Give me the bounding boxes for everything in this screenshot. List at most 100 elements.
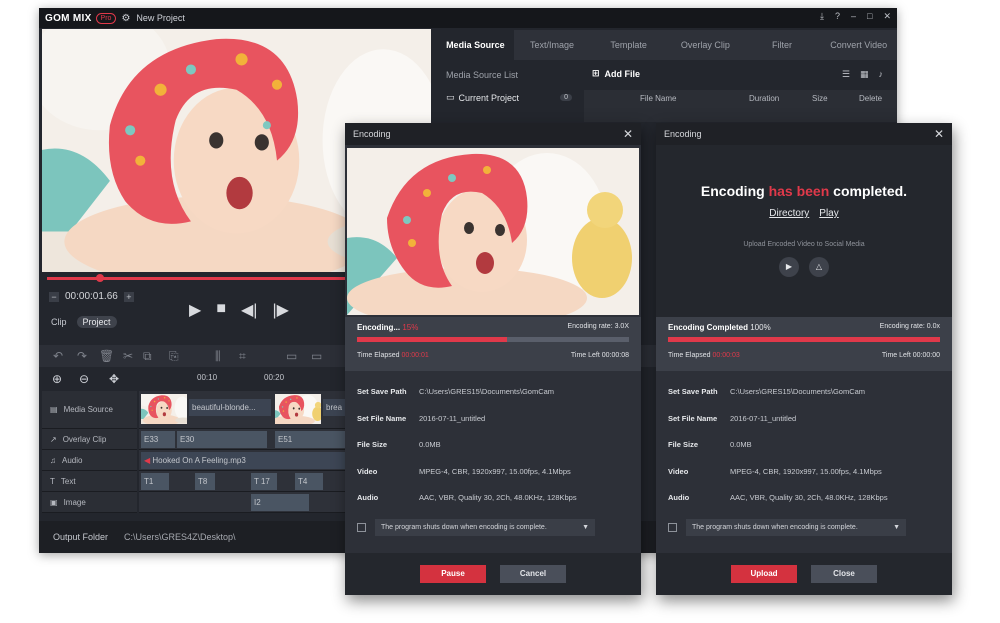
image-icon: ▣ xyxy=(50,497,58,507)
media-source-list: Media Source List ▭ Current Project 0 xyxy=(437,64,581,124)
youtube-icon[interactable]: ▶ xyxy=(779,257,799,277)
time-left: Time Left 00:00:00 xyxy=(881,352,940,359)
tab-convert-video[interactable]: Convert Video xyxy=(820,30,897,60)
text-item[interactable]: T1 xyxy=(141,473,169,490)
folder-icon: ▭ xyxy=(446,92,455,102)
clip-thumbnail[interactable] xyxy=(275,394,321,424)
completion-links: Directory Play xyxy=(656,208,952,219)
shutdown-dropdown[interactable]: The program shuts down when encoding is … xyxy=(686,519,906,536)
add-file-button[interactable]: ⊞ Add File xyxy=(592,68,640,79)
tab-overlay-clip[interactable]: Overlay Clip xyxy=(667,30,744,60)
overlay-item[interactable]: E30 xyxy=(177,431,267,448)
text-icon: T xyxy=(50,476,55,486)
text-item[interactable]: T8 xyxy=(195,473,215,490)
info-row-save-path: Set Save Path C:\Users\GRES15\Documents\G… xyxy=(668,387,866,396)
image-item[interactable]: I2 xyxy=(251,494,309,511)
progress-fill xyxy=(357,337,507,342)
encoding-rate: Encoding rate: 0.0x xyxy=(879,323,940,330)
file-list-row[interactable] xyxy=(584,108,897,122)
view-mode-icons: ☰ ▦ ♪ xyxy=(842,69,883,80)
cancel-button[interactable]: Cancel xyxy=(500,565,566,583)
tab-filter[interactable]: Filter xyxy=(744,30,821,60)
clip-mode-button[interactable]: Clip xyxy=(51,317,67,327)
pause-button[interactable]: Pause xyxy=(420,565,486,583)
split-icon[interactable]: ⫼ xyxy=(215,349,221,364)
title-bar: GOM MIX Pro ⚙ New Project ⤓ ? – □ ✕ xyxy=(39,8,897,28)
upload-button[interactable]: Upload xyxy=(731,565,797,583)
text-item[interactable]: T4 xyxy=(295,473,323,490)
copy-icon[interactable]: ⧉ xyxy=(143,349,152,364)
shutdown-dropdown[interactable]: The program shuts down when encoding is … xyxy=(375,519,595,536)
next-frame-icon[interactable]: |▶ xyxy=(272,300,288,320)
seek-knob[interactable] xyxy=(96,274,104,282)
tab-media-source[interactable]: Media Source xyxy=(437,30,514,60)
overlay-icon: ↗ xyxy=(50,434,57,444)
delete-icon[interactable]: 🗑 xyxy=(99,349,114,363)
project-mode-button[interactable]: Project xyxy=(76,316,117,328)
maximize-icon[interactable]: □ xyxy=(867,11,872,22)
directory-link[interactable]: Directory xyxy=(769,208,809,219)
zoom-in-icon[interactable]: ⊕ xyxy=(52,372,62,386)
download-icon[interactable]: ⤓ xyxy=(820,11,824,22)
text-item[interactable]: T 17 xyxy=(251,473,277,490)
media-source-list-title: Media Source List xyxy=(446,70,519,80)
info-row-file-name: Set File Name 2016-07-11_untitled xyxy=(668,413,797,423)
paste-icon[interactable]: ⎘ xyxy=(169,349,179,364)
progress-fill xyxy=(668,337,940,342)
shutdown-option: The program shuts down when encoding is … xyxy=(357,519,595,536)
time-plus-button[interactable]: + xyxy=(123,291,134,302)
snapshot-icon[interactable]: ▭ xyxy=(286,349,297,363)
play-icon[interactable]: ▶ xyxy=(189,300,201,320)
timecode[interactable]: 00:00:01.66 xyxy=(65,291,118,302)
info-row-file-size: File Size 0.0MB xyxy=(668,440,752,449)
redo-icon[interactable]: ↷ xyxy=(77,349,87,363)
encoding-rate: Encoding rate: 3.0X xyxy=(567,323,630,330)
completion-headline: Encoding has been completed. xyxy=(700,183,908,199)
app-logo: GOM MIX xyxy=(45,12,92,24)
col-delete[interactable]: Delete xyxy=(859,94,882,103)
shutdown-checkbox[interactable] xyxy=(668,523,677,532)
tab-template[interactable]: Template xyxy=(590,30,667,60)
media-clip[interactable]: beautiful-blonde... xyxy=(189,399,271,416)
current-project-item[interactable]: ▭ Current Project 0 xyxy=(437,86,581,109)
play-link[interactable]: Play xyxy=(819,208,838,219)
chevron-down-icon: ▼ xyxy=(582,524,589,531)
close-icon[interactable]: ✕ xyxy=(883,11,891,22)
track-labels: ▤ Media Source ↗ Overlay Clip ♫ Audio T Text… xyxy=(42,391,137,513)
overlay-item[interactable]: E33 xyxy=(141,431,175,448)
close-icon[interactable]: ✕ xyxy=(934,127,944,141)
col-duration[interactable]: Duration xyxy=(749,94,779,103)
close-button[interactable]: Close xyxy=(811,565,877,583)
output-folder-path[interactable]: C:\Users\GRES4Z\Desktop\ xyxy=(124,532,236,542)
clip-thumbnail[interactable] xyxy=(141,394,187,424)
track-label-media-source: ▤ Media Source xyxy=(42,391,137,429)
tab-text-image[interactable]: Text/Image xyxy=(514,30,591,60)
google-drive-icon[interactable]: △ xyxy=(809,257,829,277)
prev-frame-icon[interactable]: ◀| xyxy=(241,300,257,320)
timecode-control: − 00:00:01.66 + xyxy=(49,291,134,302)
settings-gear-icon[interactable]: ⚙ xyxy=(121,13,130,24)
output-folder-label: Output Folder xyxy=(53,532,109,542)
minimize-icon[interactable]: – xyxy=(851,11,856,22)
sort-icon[interactable]: ♪ xyxy=(879,69,884,80)
list-view-icon[interactable]: ☰ xyxy=(842,69,850,80)
undo-icon[interactable]: ↶ xyxy=(53,349,63,363)
fit-icon[interactable]: ✥ xyxy=(109,372,119,386)
zoom-out-icon[interactable]: ⊖ xyxy=(79,372,89,386)
music-icon: ♫ xyxy=(50,455,56,465)
help-icon[interactable]: ? xyxy=(835,11,840,22)
col-file-name[interactable]: File Name xyxy=(640,94,676,103)
info-row-file-name: Set File Name 2016-07-11_untitled xyxy=(357,413,486,423)
time-minus-button[interactable]: − xyxy=(49,291,59,302)
thumbnail-view-icon[interactable]: ▦ xyxy=(860,69,869,80)
screen-icon[interactable]: ▭ xyxy=(311,349,322,363)
cut-icon[interactable]: ✂ xyxy=(123,349,133,363)
chevron-down-icon: ▼ xyxy=(893,524,900,531)
stop-icon[interactable]: ■ xyxy=(216,300,226,320)
col-size[interactable]: Size xyxy=(812,94,828,103)
close-icon[interactable]: ✕ xyxy=(623,127,633,141)
zoom-controls: ⊕ ⊖ ✥ xyxy=(39,370,139,390)
crop-icon[interactable]: ⌗ xyxy=(239,349,246,364)
shutdown-checkbox[interactable] xyxy=(357,523,366,532)
track-label-image: ▣ Image xyxy=(42,492,137,513)
